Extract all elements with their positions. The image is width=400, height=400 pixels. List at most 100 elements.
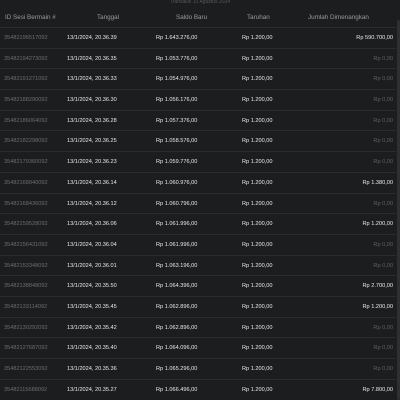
table-row[interactable]: 35482122553092 13/1/2024, 20.35.36 Rp 1.06… (0, 358, 400, 379)
session-id-cell: 35482179360092 (4, 159, 48, 166)
win-amount-cell: Rp 0,00 (373, 159, 393, 166)
win-amount-cell: Rp 0,00 (373, 76, 393, 83)
table-row[interactable]: 35482168940092 13/1/2024, 20.36.14 Rp 1.06… (0, 171, 400, 193)
page-caption: Transaksi 10 Agustus 2024 (169, 0, 231, 5)
bet-cell: Rp 1.200,00 (242, 55, 273, 62)
date-cell: 13/1/2024, 20.36.12 (67, 200, 117, 207)
balance-cell: Rp 1.053.776,00 (156, 55, 198, 62)
win-amount-cell: Rp 7.800,00 (362, 386, 393, 393)
session-id-cell: 35482127687092 (4, 345, 48, 352)
win-amount-cell: Rp 0,00 (373, 117, 393, 124)
date-cell: 13/1/2024, 20.36.39 (67, 35, 117, 41)
date-cell: 13/1/2024, 20.36.28 (67, 117, 117, 124)
table-row[interactable]: 35482186064092 13/1/2024, 20.36.28 Rp 1.05… (0, 109, 400, 131)
column-header-balance[interactable]: Saldo Baru (176, 14, 207, 21)
balance-cell: Rp 1.064.396,00 (156, 283, 198, 290)
date-cell: 13/1/2024, 20.35.36 (67, 366, 117, 372)
session-id-cell: 35482159528092 (4, 221, 48, 228)
scrollbar-thumb[interactable] (396, 20, 400, 400)
win-amount-cell: Rp 0,00 (373, 97, 393, 104)
table-row[interactable]: 35482159528092 13/1/2024, 20.36.06 Rp 1.06… (0, 213, 400, 234)
balance-cell: Rp 1.054.976,00 (156, 76, 198, 83)
win-amount-cell: Rp 0,00 (373, 324, 393, 331)
bet-cell: Rp 1.200,00 (242, 386, 273, 393)
table-row[interactable]: 35482133114092 13/1/2024, 20.35.45 Rp 1.06… (0, 295, 400, 317)
balance-cell: Rp 1.059.776,00 (156, 159, 198, 166)
table-row[interactable]: 35482182298092 13/1/2024, 20.36.25 Rp 1.05… (0, 130, 400, 151)
date-cell: 13/1/2024, 20.36.01 (67, 262, 117, 269)
balance-cell: Rp 1.063.196,00 (156, 262, 198, 269)
column-header-bet[interactable]: Taruhan (247, 14, 270, 21)
balance-cell: Rp 1.061.996,00 (156, 221, 198, 228)
bet-cell: Rp 1.200,00 (242, 262, 273, 269)
date-cell: 13/1/2024, 20.36.35 (67, 55, 117, 62)
session-id-cell: 35482138848092 (4, 283, 48, 290)
win-amount-cell: Rp 1.200,00 (362, 221, 393, 228)
session-id-cell: 35482188290092 (4, 97, 48, 104)
win-amount-cell: Rp 0,00 (373, 366, 393, 372)
transaction-table-body: 35482196517092 13/1/2024, 20.36.39 Rp 1.64… (0, 27, 400, 399)
session-id-cell: 35482168940092 (4, 179, 48, 186)
session-id-cell: 35482194273092 (4, 55, 48, 62)
balance-cell: Rp 1.061.996,00 (156, 241, 198, 248)
session-id-cell: 35482115688092 (4, 386, 48, 393)
win-amount-cell: Rp 1.380,00 (362, 179, 393, 186)
win-amount-cell: Rp 0,00 (373, 262, 393, 269)
session-id-cell: 35482186064092 (4, 117, 48, 124)
bet-cell: Rp 1.200,00 (242, 200, 273, 207)
bet-cell: Rp 1.200,00 (242, 324, 273, 331)
table-row[interactable]: 35482153348092 13/1/2024, 20.36.01 Rp 1.06… (0, 254, 400, 276)
bet-cell: Rp 1.200,00 (242, 35, 273, 41)
date-cell: 13/1/2024, 20.36.30 (67, 97, 117, 104)
bet-cell: Rp 1.200,00 (242, 117, 273, 124)
balance-cell: Rp 1.643.276,00 (156, 35, 198, 41)
balance-cell: Rp 1.060.976,00 (156, 179, 198, 186)
balance-cell: Rp 1.056.176,00 (156, 97, 198, 104)
table-row[interactable]: 35482156431092 13/1/2024, 20.36.04 Rp 1.06… (0, 233, 400, 255)
table-header: ID Sesi Bermain # Tanggal Saldo Baru Tar… (0, 10, 400, 26)
date-cell: 13/1/2024, 20.35.45 (67, 303, 117, 310)
date-cell: 13/1/2024, 20.35.42 (67, 324, 117, 331)
win-amount-cell: Rp 1.200,00 (362, 303, 393, 310)
table-row[interactable]: 35482196517092 13/1/2024, 20.36.39 Rp 1.64… (0, 27, 400, 48)
scrollbar[interactable] (396, 0, 400, 400)
date-cell: 13/1/2024, 20.35.40 (67, 345, 117, 352)
column-header-session-id[interactable]: ID Sesi Bermain # (5, 14, 56, 21)
table-row[interactable]: 35482127687092 13/1/2024, 20.35.40 Rp 1.06… (0, 337, 400, 358)
balance-cell: Rp 1.062.896,00 (156, 303, 198, 310)
session-id-cell: 35482122553092 (4, 366, 48, 372)
date-cell: 13/1/2024, 20.35.50 (67, 283, 117, 290)
bet-cell: Rp 1.200,00 (242, 159, 273, 166)
session-id-cell: 35482153348092 (4, 262, 48, 269)
table-row[interactable]: 35482130292092 13/1/2024, 20.35.42 Rp 1.06… (0, 316, 400, 338)
table-row[interactable]: 35482168436092 13/1/2024, 20.36.12 Rp 1.06… (0, 192, 400, 214)
balance-cell: Rp 1.065.296,00 (156, 366, 198, 372)
session-id-cell: 35482182298092 (4, 138, 48, 145)
balance-cell: Rp 1.062.896,00 (156, 324, 198, 331)
balance-cell: Rp 1.058.576,00 (156, 138, 198, 145)
bet-cell: Rp 1.200,00 (242, 303, 273, 310)
bet-cell: Rp 1.200,00 (242, 241, 273, 248)
balance-cell: Rp 1.060.796,00 (156, 200, 198, 207)
balance-cell: Rp 1.057.376,00 (156, 117, 198, 124)
session-id-cell: 35482133114092 (4, 303, 48, 310)
date-cell: 13/1/2024, 20.35.27 (67, 386, 117, 393)
column-header-win-amount[interactable]: Jumlah Dimenangkan (308, 14, 369, 21)
bet-cell: Rp 1.200,00 (242, 345, 273, 352)
date-cell: 13/1/2024, 20.36.04 (67, 241, 117, 248)
win-amount-cell: Rp 0,00 (373, 200, 393, 207)
bet-cell: Rp 1.200,00 (242, 283, 273, 290)
date-cell: 13/1/2024, 20.36.14 (67, 179, 117, 186)
table-row[interactable]: 35482194273092 13/1/2024, 20.36.35 Rp 1.05… (0, 47, 400, 69)
win-amount-cell: Rp 0,00 (373, 138, 393, 145)
table-row[interactable]: 35482191271092 13/1/2024, 20.36.33 Rp 1.05… (0, 68, 400, 89)
table-row[interactable]: 35482138848092 13/1/2024, 20.35.50 Rp 1.06… (0, 275, 400, 296)
win-amount-cell: Rp 0,00 (373, 345, 393, 352)
table-row[interactable]: 35482179360092 13/1/2024, 20.36.23 Rp 1.05… (0, 151, 400, 172)
table-row[interactable]: 35482115688092 13/1/2024, 20.35.27 Rp 1.06… (0, 378, 400, 400)
column-header-date[interactable]: Tanggal (97, 14, 119, 21)
table-row[interactable]: 35482188290092 13/1/2024, 20.36.30 Rp 1.05… (0, 89, 400, 110)
balance-cell: Rp 1.064.096,00 (156, 345, 198, 352)
session-id-cell: 35482196517092 (4, 35, 48, 41)
date-cell: 13/1/2024, 20.36.25 (67, 138, 117, 145)
